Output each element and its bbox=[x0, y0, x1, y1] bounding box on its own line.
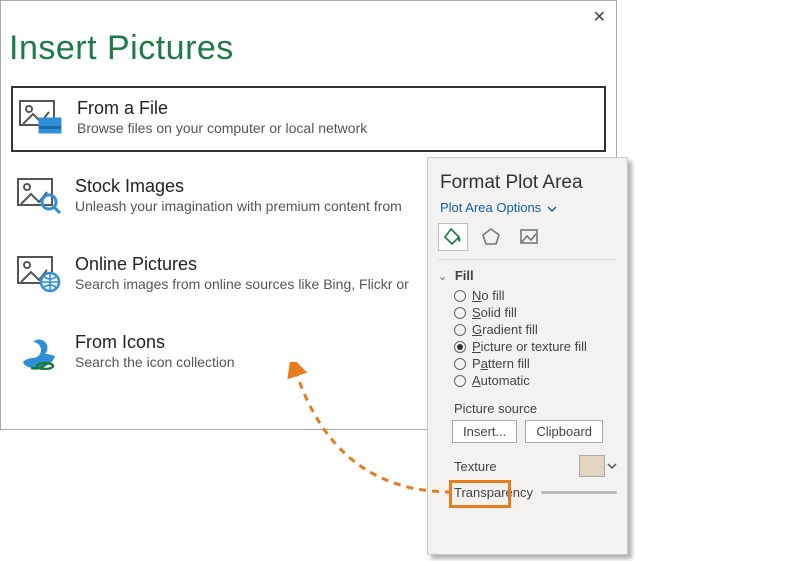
plot-area-options-dropdown[interactable]: Plot Area Options bbox=[440, 200, 557, 215]
online-pictures-icon bbox=[17, 256, 61, 292]
radio-no-fill[interactable]: No fill bbox=[454, 287, 619, 304]
option-title: From a File bbox=[77, 98, 367, 119]
texture-label: Texture bbox=[454, 459, 497, 474]
clipboard-button[interactable]: Clipboard bbox=[525, 420, 603, 443]
file-picture-icon bbox=[19, 100, 63, 136]
texture-swatch[interactable] bbox=[579, 455, 605, 477]
size-properties-tab[interactable] bbox=[514, 223, 544, 251]
chevron-down-icon bbox=[547, 204, 557, 214]
radio-gradient-fill[interactable]: Gradient fill bbox=[454, 321, 619, 338]
insert-button[interactable]: Insert... bbox=[452, 420, 517, 443]
option-from-file[interactable]: From a File Browse files on your compute… bbox=[11, 86, 606, 152]
picture-source-label: Picture source bbox=[428, 393, 627, 420]
icons-duck-icon bbox=[17, 334, 61, 370]
close-icon[interactable]: ✕ bbox=[593, 7, 606, 27]
option-desc: Unleash your imagination with premium co… bbox=[75, 198, 402, 214]
dialog-title: Insert Pictures bbox=[9, 29, 616, 68]
radio-pattern-fill[interactable]: Pattern fill bbox=[454, 355, 619, 372]
fill-line-tab[interactable] bbox=[438, 223, 468, 251]
option-desc: Search the icon collection bbox=[75, 354, 235, 370]
pane-category-tabs bbox=[428, 223, 627, 257]
chevron-down-icon: ⌄ bbox=[438, 270, 447, 283]
option-title: From Icons bbox=[75, 332, 235, 353]
option-title: Stock Images bbox=[75, 176, 402, 197]
option-title: Online Pictures bbox=[75, 254, 409, 275]
picture-icon bbox=[519, 227, 539, 247]
chevron-down-icon bbox=[607, 461, 617, 471]
paint-bucket-icon bbox=[443, 227, 463, 247]
radio-automatic[interactable]: Automatic bbox=[454, 372, 619, 389]
pane-title: Format Plot Area bbox=[428, 158, 627, 200]
fill-section-header[interactable]: ⌄ Fill bbox=[428, 260, 627, 287]
option-desc: Browse files on your computer or local n… bbox=[77, 120, 367, 136]
format-plot-area-pane: Format Plot Area Plot Area Options ⌄ bbox=[427, 157, 628, 555]
pane-subtitle-text: Plot Area Options bbox=[440, 200, 541, 215]
radio-solid-fill[interactable]: Solid fill bbox=[454, 304, 619, 321]
section-label: Fill bbox=[455, 268, 474, 283]
effects-tab[interactable] bbox=[476, 223, 506, 251]
transparency-slider[interactable] bbox=[541, 491, 617, 494]
pentagon-icon bbox=[481, 227, 501, 247]
transparency-label: Transparency bbox=[454, 485, 533, 500]
fill-radio-group: No fill Solid fill Gradient fill Picture… bbox=[428, 287, 627, 393]
option-desc: Search images from online sources like B… bbox=[75, 276, 409, 292]
radio-picture-texture-fill[interactable]: Picture or texture fill bbox=[454, 338, 619, 355]
stock-images-icon bbox=[17, 178, 61, 214]
